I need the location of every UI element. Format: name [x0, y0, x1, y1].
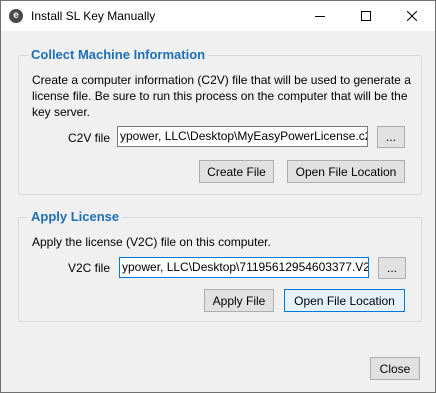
collect-description: Create a computer information (C2V) file…: [32, 73, 411, 119]
install-sl-key-dialog: e Install SL Key Manually Collect Machin…: [0, 0, 436, 393]
close-icon: [407, 11, 417, 21]
maximize-icon: [361, 11, 371, 21]
c2v-file-label: C2V file: [68, 131, 111, 145]
title-bar: e Install SL Key Manually: [1, 1, 435, 31]
apply-open-file-location-button[interactable]: Open File Location: [284, 289, 405, 312]
collect-group-legend: Collect Machine Information: [28, 47, 209, 62]
window-title: Install SL Key Manually: [31, 9, 156, 23]
minimize-icon: [315, 16, 325, 17]
app-icon: e: [9, 9, 23, 23]
collect-machine-info-group: Collect Machine Information Create a com…: [18, 47, 422, 195]
v2c-file-label: V2C file: [68, 261, 111, 275]
c2v-file-field[interactable]: ypower, LLC\Desktop\MyEasyPowerLicense.c…: [117, 126, 368, 147]
v2c-browse-button[interactable]: ...: [378, 257, 406, 279]
create-file-button[interactable]: Create File: [199, 160, 274, 183]
maximize-button[interactable]: [343, 1, 389, 31]
minimize-button[interactable]: [297, 1, 343, 31]
v2c-file-field[interactable]: ypower, LLC\Desktop\71195612954603377.V2…: [119, 257, 369, 278]
c2v-browse-button[interactable]: ...: [377, 126, 405, 148]
apply-description: Apply the license (V2C) file on this com…: [32, 235, 271, 249]
close-button[interactable]: Close: [370, 357, 420, 380]
apply-license-group: Apply License Apply the license (V2C) fi…: [18, 209, 422, 322]
apply-file-button[interactable]: Apply File: [204, 289, 274, 312]
close-window-button[interactable]: [389, 1, 435, 31]
collect-open-file-location-button[interactable]: Open File Location: [287, 160, 405, 183]
apply-group-legend: Apply License: [28, 209, 123, 224]
